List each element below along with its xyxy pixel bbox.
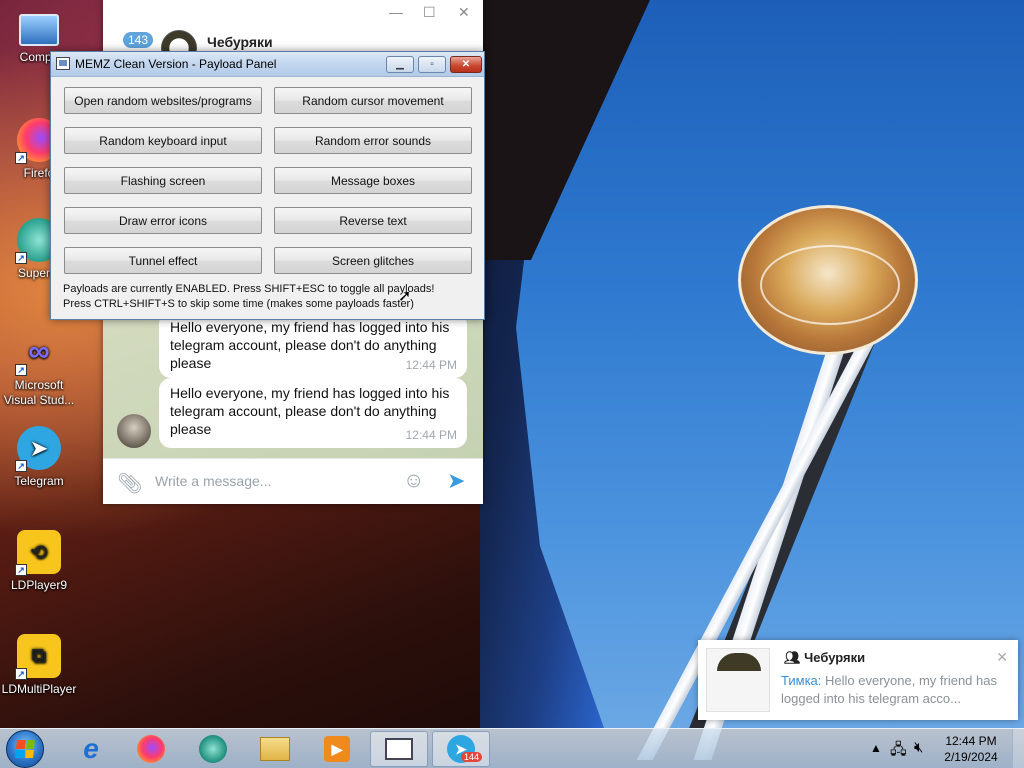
maximize-icon[interactable]: ☐ — [423, 4, 436, 21]
desktop-icon-ldmultiplayer[interactable]: ⧉ ↗ LDMultiPlayer — [0, 634, 78, 696]
payload-button-random-keyboard-input[interactable]: Random keyboard input — [64, 127, 262, 154]
shortcut-arrow-icon: ↗ — [15, 364, 27, 376]
send-icon[interactable]: ➤ — [447, 468, 465, 494]
ldplayer-icon: ⟲ ↗ — [15, 530, 61, 576]
memz-taskbar-icon[interactable] — [370, 731, 428, 767]
chat-name[interactable]: Чебуряки — [207, 34, 273, 50]
internet-explorer-icon[interactable]: e — [62, 731, 120, 767]
shortcut-arrow-icon: ↗ — [15, 564, 27, 576]
shortcut-arrow-icon: ↗ — [15, 668, 27, 680]
system-clock[interactable]: 12:44 PM 2/19/2024 — [936, 733, 1006, 765]
clock-date: 2/19/2024 — [944, 750, 998, 764]
close-button[interactable]: ✕ — [450, 56, 482, 73]
telegram-icon: ➤ ↗ — [15, 426, 61, 472]
message-bubble[interactable]: Hello everyone, my friend has logged int… — [159, 312, 467, 378]
message-composer: 📎︎ Write a message... ☺ ➤ — [103, 458, 483, 504]
show-hidden-icons-chevron-icon[interactable]: ▲ — [870, 741, 882, 755]
message-bubble[interactable]: Hello everyone, my friend has logged int… — [159, 378, 467, 448]
paperclip-icon[interactable]: 📎︎ — [117, 471, 142, 496]
shortcut-arrow-icon: ↗ — [15, 252, 27, 264]
supermium-taskbar-icon[interactable] — [184, 731, 242, 767]
notification-thumbnail — [706, 648, 770, 712]
window-title: MEMZ Clean Version - Payload Panel — [75, 57, 277, 71]
payload-button-tunnel-effect[interactable]: Tunnel effect — [64, 247, 262, 274]
volume-muted-icon[interactable]: 🔇︎ — [914, 739, 923, 756]
windows-logo-icon — [15, 740, 35, 758]
shortcut-arrow-icon: ↗ — [15, 152, 27, 164]
start-button[interactable] — [6, 730, 44, 768]
status-line: Press CTRL+SHIFT+S to skip some time (ma… — [63, 298, 414, 310]
thumbnail-image — [717, 653, 761, 671]
taskbar: e ▶ ➤ 144 ▲ 🖧︎ 🔇︎ 12:44 PM 2/19/2024 — [0, 728, 1024, 768]
payload-status-text: Payloads are currently ENABLED. Press SH… — [63, 282, 434, 312]
notification-group: 👥︎ Чебуряки — [784, 650, 865, 666]
group-icon: 👥︎ — [784, 650, 801, 665]
telegram-notification[interactable]: 👥︎ Чебуряки ✕ Тимка: Hello everyone, my … — [698, 640, 1018, 720]
close-icon[interactable]: ✕ — [996, 649, 1008, 666]
close-icon[interactable]: ✕ — [458, 4, 470, 21]
minimize-icon[interactable]: — — [389, 4, 403, 20]
payload-button-screen-glitches[interactable]: Screen glitches — [274, 247, 472, 274]
emoji-icon[interactable]: ☺ — [403, 469, 424, 493]
maximize-button[interactable]: ▫ — [418, 56, 446, 73]
desktop-icon-label: LDMultiPlayer — [1, 682, 77, 696]
telegram-taskbar-icon[interactable]: ➤ 144 — [432, 731, 490, 767]
show-desktop-button[interactable] — [1012, 729, 1024, 768]
sender-avatar[interactable] — [117, 414, 151, 448]
telegram-titlebar: — ☐ ✕ — [103, 0, 483, 24]
network-icon[interactable]: 🖧︎ — [890, 739, 907, 764]
payload-button-random-error-sounds[interactable]: Random error sounds — [274, 127, 472, 154]
desktop-icon-visual-studio[interactable]: ∞ ↗ Microsoft Visual Stud... — [0, 330, 78, 408]
space-needle-ring — [760, 245, 900, 325]
app-window-icon — [56, 57, 70, 70]
computer-icon — [19, 14, 59, 46]
firefox-taskbar-icon[interactable] — [122, 731, 180, 767]
media-player-icon[interactable]: ▶ — [308, 731, 366, 767]
memz-titlebar[interactable]: MEMZ Clean Version - Payload Panel ▁ ▫ ✕ — [51, 52, 484, 77]
memz-window: MEMZ Clean Version - Payload Panel ▁ ▫ ✕… — [50, 51, 485, 320]
desktop-icon-label: Telegram — [14, 474, 64, 488]
desktop-icon-telegram[interactable]: ➤ ↗ Telegram — [0, 426, 78, 488]
message-time: 12:44 PM — [405, 428, 457, 442]
payload-button-reverse-text[interactable]: Reverse text — [274, 207, 472, 234]
notification-sender: Тимка: — [781, 673, 822, 688]
payload-button-open-random-websites[interactable]: Open random websites/programs — [64, 87, 262, 114]
clock-time: 12:44 PM — [945, 734, 997, 748]
ldmultiplayer-icon: ⧉ ↗ — [15, 634, 61, 680]
unread-badge: 143 — [123, 32, 154, 48]
notification-group-name: Чебуряки — [804, 650, 866, 665]
payload-button-flashing-screen[interactable]: Flashing screen — [64, 167, 262, 194]
payload-button-message-boxes[interactable]: Message boxes — [274, 167, 472, 194]
telegram-taskbar-badge: 144 — [461, 752, 483, 762]
visual-studio-icon: ∞ ↗ — [15, 330, 61, 376]
file-explorer-icon[interactable] — [246, 731, 304, 767]
payload-button-random-cursor-movement[interactable]: Random cursor movement — [274, 87, 472, 114]
message-input[interactable]: Write a message... — [155, 473, 271, 489]
mouse-cursor-icon: ➚ — [398, 288, 412, 305]
desktop-icon-label: LDPlayer9 — [10, 578, 68, 592]
desktop-icon-label: Microsoft Visual Stud... — [3, 378, 75, 407]
shortcut-arrow-icon: ↗ — [15, 460, 27, 472]
payload-button-draw-error-icons[interactable]: Draw error icons — [64, 207, 262, 234]
message-time: 12:44 PM — [405, 358, 457, 372]
notification-body: Тимка: Hello everyone, my friend has log… — [781, 672, 1009, 708]
minimize-button[interactable]: ▁ — [386, 56, 414, 73]
desktop-icon-ldplayer[interactable]: ⟲ ↗ LDPlayer9 — [0, 530, 78, 592]
status-line: Payloads are currently ENABLED. Press SH… — [63, 283, 435, 295]
